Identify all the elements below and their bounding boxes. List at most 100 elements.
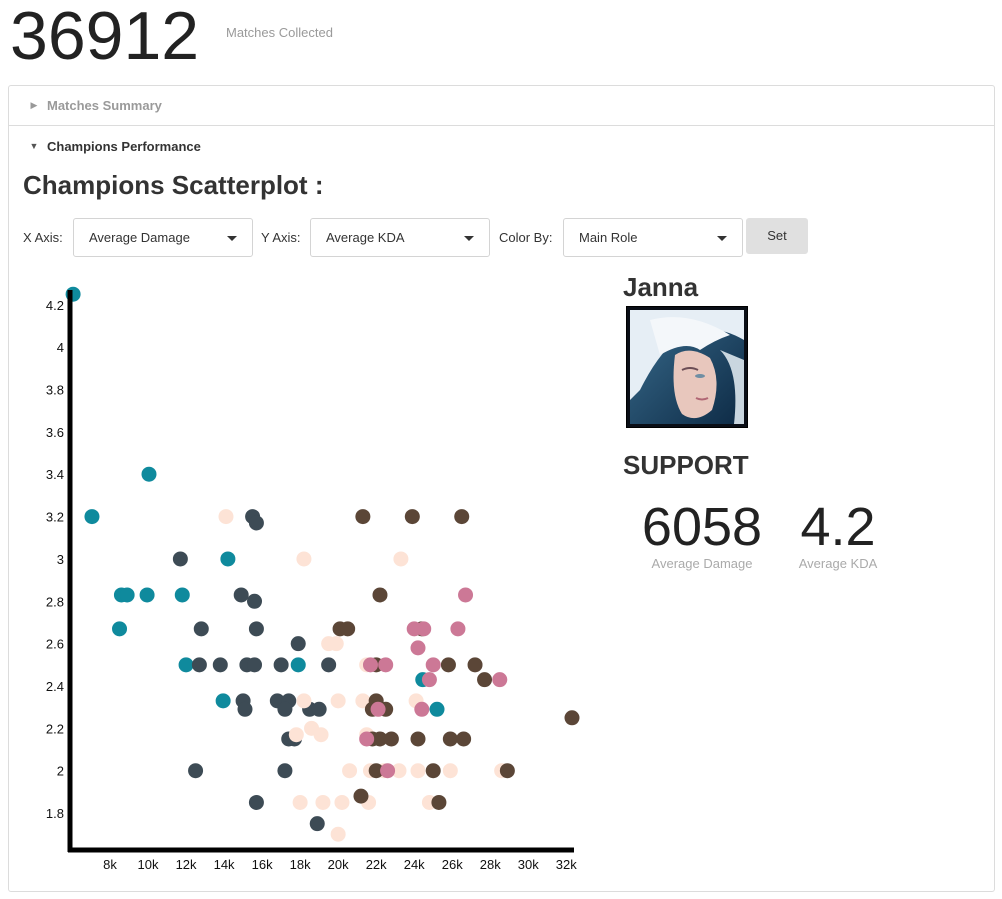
scatter-point[interactable] <box>296 551 312 567</box>
scatter-point[interactable] <box>172 551 188 567</box>
scatter-point[interactable] <box>290 657 306 673</box>
y-tick-label: 3.2 <box>46 510 64 525</box>
scatter-point[interactable] <box>248 621 264 637</box>
x-tick-label: 26k <box>442 857 463 872</box>
scatter-point[interactable] <box>340 621 356 637</box>
scatter-point[interactable] <box>334 794 350 810</box>
scatter-point[interactable] <box>454 509 470 525</box>
scatter-point[interactable] <box>212 657 228 673</box>
scatter-point[interactable] <box>456 731 472 747</box>
scatter-point[interactable] <box>330 826 346 842</box>
scatter-point[interactable] <box>492 672 508 688</box>
x-tick-label: 16k <box>252 857 273 872</box>
scatter-point[interactable] <box>218 509 234 525</box>
y-tick-label: 1.8 <box>46 806 64 821</box>
scatter-point[interactable] <box>277 701 293 717</box>
scatter-point[interactable] <box>342 763 358 779</box>
scatter-point[interactable] <box>414 701 430 717</box>
scatter-point[interactable] <box>220 551 236 567</box>
scatter-point[interactable] <box>410 640 426 656</box>
scatter-point[interactable] <box>383 731 399 747</box>
damage-caption: Average Damage <box>651 556 753 571</box>
scatter-point[interactable] <box>564 710 580 726</box>
scatter-point[interactable] <box>370 701 386 717</box>
scatter-point[interactable] <box>372 587 388 603</box>
scatter-point[interactable] <box>321 657 337 673</box>
scatter-point[interactable] <box>458 587 474 603</box>
scatter-point[interactable] <box>193 621 209 637</box>
scatter-point[interactable] <box>393 551 409 567</box>
scatter-point[interactable] <box>296 693 312 709</box>
scatter-point[interactable] <box>442 763 458 779</box>
selected-champion-name: Janna <box>623 272 699 302</box>
janna-portrait-icon <box>630 310 744 424</box>
scatter-point[interactable] <box>431 794 447 810</box>
scatter-point[interactable] <box>429 701 445 717</box>
scatter-point[interactable] <box>313 727 329 743</box>
scatter-point[interactable] <box>404 509 420 525</box>
damage-value: 6058 <box>641 497 763 557</box>
scatter-point[interactable] <box>410 731 426 747</box>
scatter-point[interactable] <box>84 509 100 525</box>
scatter-point[interactable] <box>440 657 456 673</box>
scatter-point[interactable] <box>290 636 306 652</box>
scatter-point[interactable] <box>288 727 304 743</box>
y-tick-label: 4.2 <box>46 298 64 313</box>
scatter-point[interactable] <box>359 731 375 747</box>
scatter-point[interactable] <box>315 794 331 810</box>
scatter-point[interactable] <box>277 763 293 779</box>
scatter-point[interactable] <box>378 657 394 673</box>
scatter-point[interactable] <box>191 657 207 673</box>
scatter-point[interactable] <box>233 587 249 603</box>
scatter-point[interactable] <box>477 672 493 688</box>
scatter-point[interactable] <box>139 587 155 603</box>
scatter-point[interactable] <box>410 763 426 779</box>
scatter-point[interactable] <box>273 657 289 673</box>
scatter-point[interactable] <box>416 621 432 637</box>
scatter-point[interactable] <box>248 794 264 810</box>
scatter-point[interactable] <box>292 794 308 810</box>
scatter-point[interactable] <box>215 693 231 709</box>
scatter-point[interactable] <box>119 587 135 603</box>
scatter-point[interactable] <box>425 763 441 779</box>
scatter-point[interactable] <box>425 657 441 673</box>
scatter-point[interactable] <box>248 515 264 531</box>
scatter-point[interactable] <box>178 657 194 673</box>
scatter-point[interactable] <box>174 587 190 603</box>
scatter-point[interactable] <box>442 731 458 747</box>
kda-caption: Average KDA <box>798 556 878 571</box>
chevron-down-icon <box>717 236 727 241</box>
kda-value: 4.2 <box>800 497 876 557</box>
scatter-point[interactable] <box>237 701 253 717</box>
scatter-point[interactable] <box>112 621 128 637</box>
y-tick-label: 2.2 <box>46 721 64 736</box>
scatter-point[interactable] <box>188 763 204 779</box>
y-tick-label: 3.8 <box>46 383 64 398</box>
scatter-point[interactable] <box>467 657 483 673</box>
y-tick-label: 2.6 <box>46 637 64 652</box>
scatter-point[interactable] <box>362 657 378 673</box>
set-button[interactable]: Set <box>746 218 808 254</box>
scatter-point[interactable] <box>380 763 396 779</box>
scatter-point[interactable] <box>355 509 371 525</box>
x-tick-label: 28k <box>480 857 501 872</box>
scatter-point[interactable] <box>421 672 437 688</box>
scatter-point[interactable] <box>141 466 157 482</box>
kda-stat: 4.2 Average KDA <box>790 496 886 571</box>
x-axis-ticks: 8k 10k 12k 14k 16k 18k 20k 22k 24k 26k 28k 30k 32k <box>103 857 577 872</box>
scatter-point[interactable] <box>311 701 327 717</box>
x-tick-label: 30k <box>518 857 539 872</box>
champion-portrait <box>626 306 748 428</box>
scatter-point[interactable] <box>309 816 325 832</box>
x-tick-label: 14k <box>214 857 235 872</box>
scatter-point[interactable] <box>328 636 344 652</box>
scatter-point[interactable] <box>499 763 515 779</box>
x-tick-label: 12k <box>176 857 197 872</box>
scatter-point[interactable] <box>353 788 369 804</box>
scatter-point[interactable] <box>247 657 263 673</box>
y-tick-label: 4 <box>57 340 64 355</box>
scatter-point[interactable] <box>450 621 466 637</box>
scatter-point[interactable] <box>330 693 346 709</box>
x-tick-label: 18k <box>290 857 311 872</box>
scatter-point[interactable] <box>247 593 263 609</box>
